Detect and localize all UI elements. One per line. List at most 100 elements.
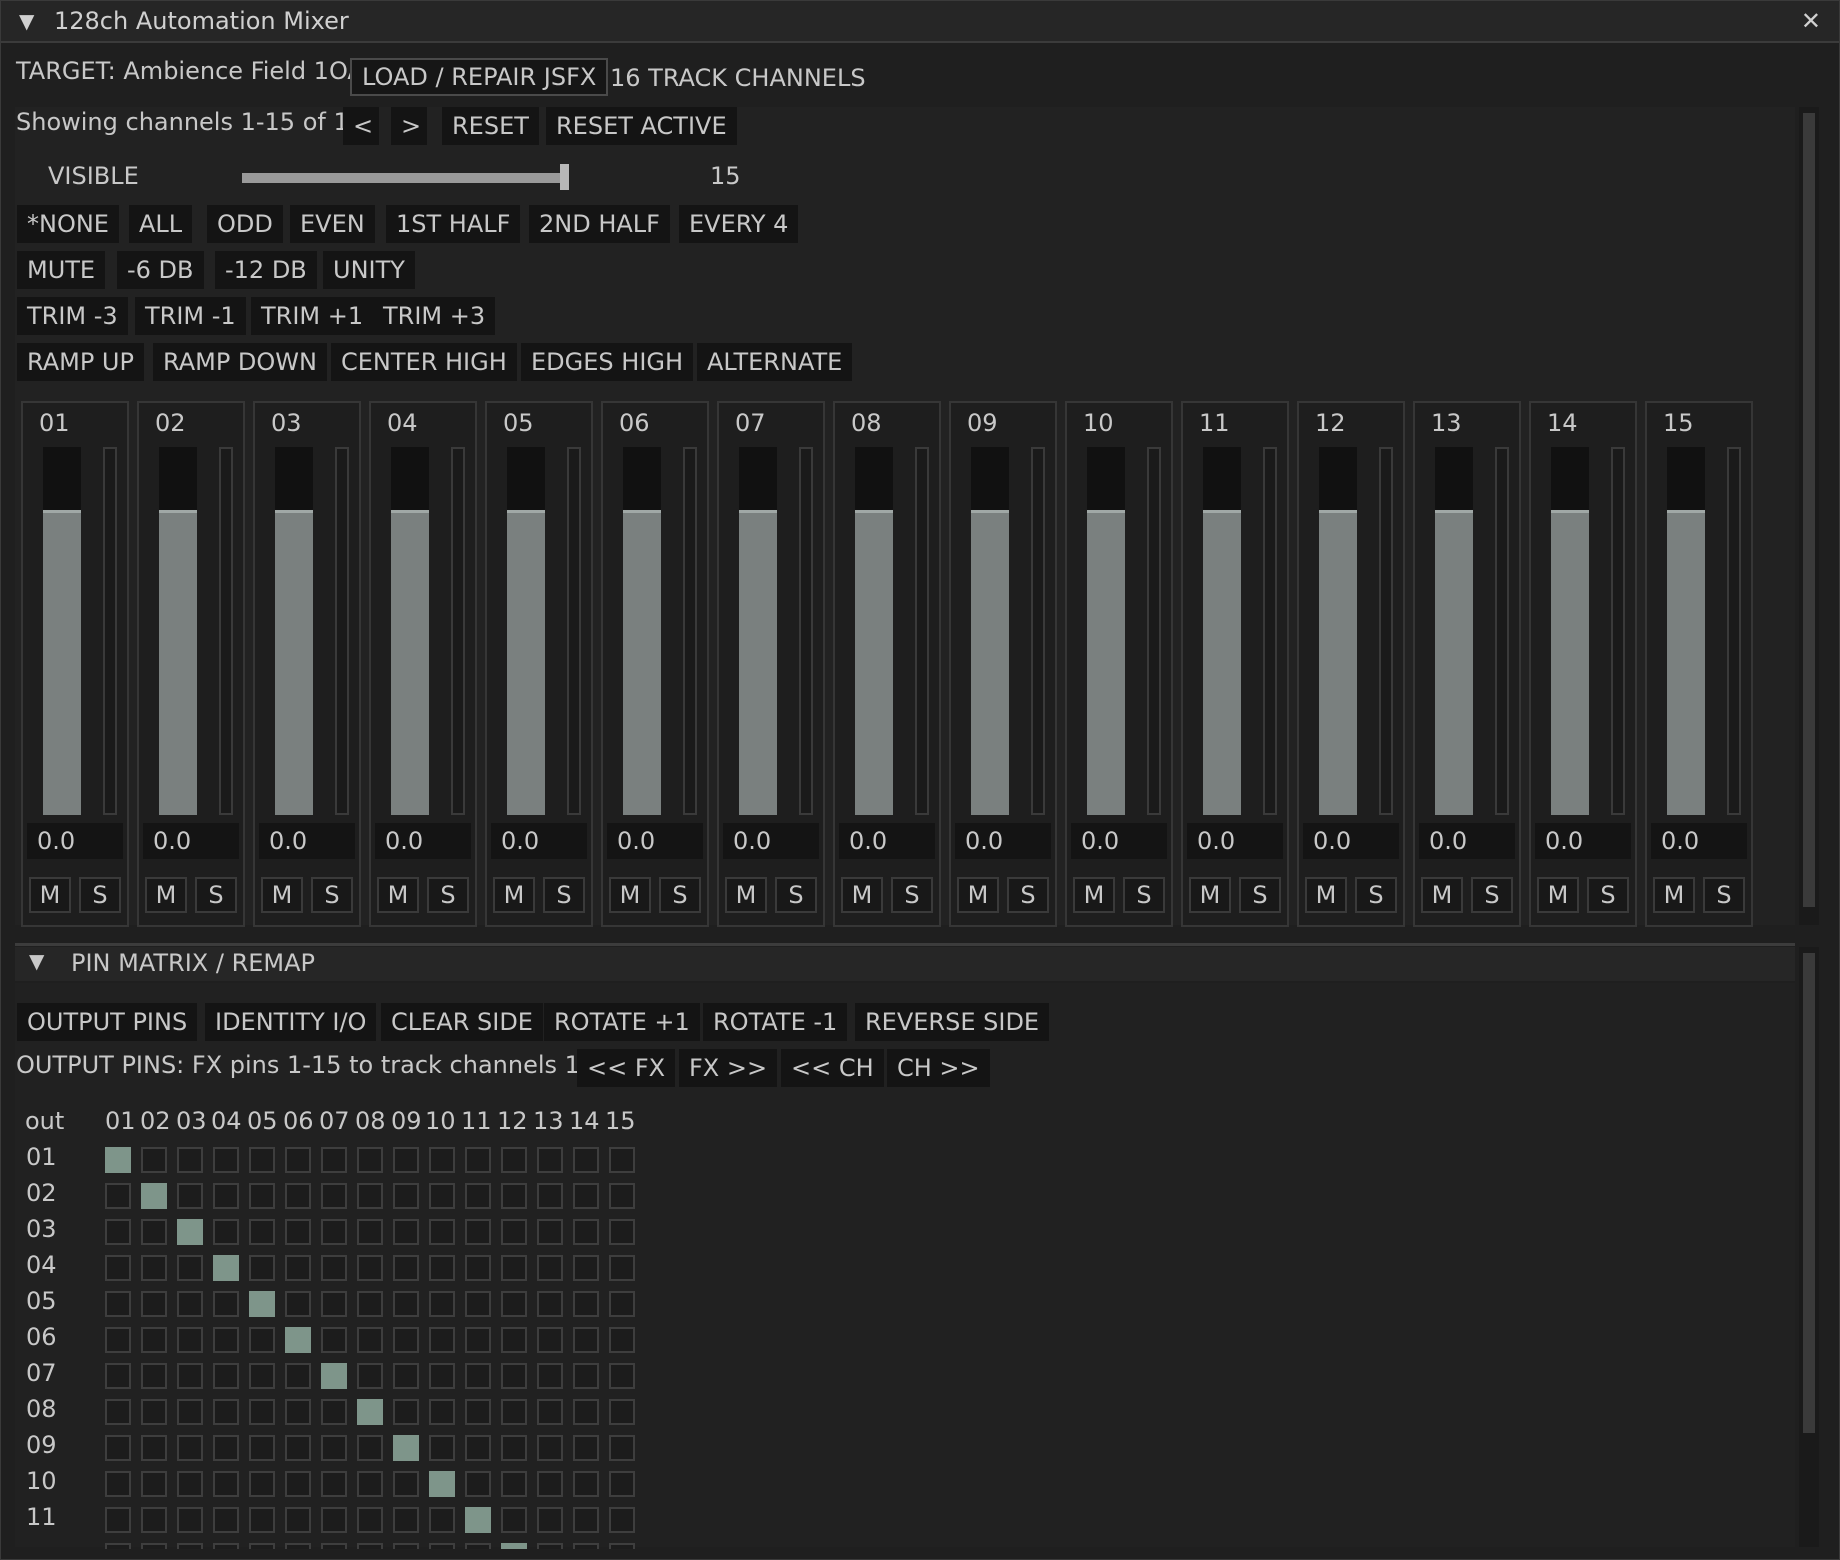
mute-button[interactable]: M (1305, 877, 1347, 913)
pin-cell[interactable] (141, 1399, 167, 1425)
pin-cell[interactable] (285, 1471, 311, 1497)
pin-cell[interactable] (501, 1255, 527, 1281)
pin-cell[interactable] (141, 1471, 167, 1497)
pin-cell[interactable] (105, 1327, 131, 1353)
pin-cell[interactable] (213, 1435, 239, 1461)
pin-cell[interactable] (393, 1327, 419, 1353)
pin-cell[interactable] (429, 1543, 455, 1549)
pin-cell[interactable] (213, 1147, 239, 1173)
prev-page-button[interactable]: < (343, 107, 379, 145)
fader-cap[interactable] (1435, 509, 1473, 513)
channel-fader[interactable] (1551, 447, 1589, 815)
channel-fader[interactable] (391, 447, 429, 815)
pin-cell[interactable] (285, 1147, 311, 1173)
pin-cell[interactable] (177, 1399, 203, 1425)
pin-cell[interactable] (537, 1399, 563, 1425)
pin-cell[interactable] (393, 1543, 419, 1549)
pin-cell[interactable] (429, 1327, 455, 1353)
trim-minus-1-button[interactable]: TRIM -1 (135, 297, 246, 335)
channel-value[interactable]: 0.0 (491, 823, 587, 859)
pin-cell[interactable] (213, 1327, 239, 1353)
pin-cell[interactable] (357, 1255, 383, 1281)
channel-value[interactable]: 0.0 (1651, 823, 1747, 859)
pin-cell[interactable] (285, 1219, 311, 1245)
fader-cap[interactable] (623, 509, 661, 513)
pin-cell[interactable] (357, 1399, 383, 1425)
pin-cell[interactable] (321, 1147, 347, 1173)
pin-cell[interactable] (537, 1507, 563, 1533)
pin-cell[interactable] (573, 1435, 599, 1461)
channel-fader[interactable] (43, 447, 81, 815)
identity-io-button[interactable]: IDENTITY I/O (205, 1003, 377, 1041)
channel-value[interactable]: 0.0 (607, 823, 703, 859)
solo-button[interactable]: S (79, 877, 121, 913)
pin-cell[interactable] (321, 1543, 347, 1549)
channel-fader[interactable] (1203, 447, 1241, 815)
solo-button[interactable]: S (1355, 877, 1397, 913)
fader-cap[interactable] (739, 509, 777, 513)
pin-cell[interactable] (465, 1147, 491, 1173)
ramp-down-button[interactable]: RAMP DOWN (153, 343, 327, 381)
pin-cell[interactable] (177, 1291, 203, 1317)
pin-cell[interactable] (429, 1147, 455, 1173)
select-second-half-button[interactable]: 2ND HALF (529, 205, 670, 243)
mute-button[interactable]: M (1073, 877, 1115, 913)
pin-cell[interactable] (465, 1507, 491, 1533)
pin-cell[interactable] (357, 1363, 383, 1389)
pin-cell[interactable] (357, 1327, 383, 1353)
pin-cell[interactable] (141, 1435, 167, 1461)
pin-cell[interactable] (501, 1507, 527, 1533)
pin-cell[interactable] (573, 1183, 599, 1209)
pin-cell[interactable] (249, 1219, 275, 1245)
pin-cell[interactable] (285, 1363, 311, 1389)
fx-prev-button[interactable]: << FX (577, 1049, 676, 1087)
pin-cell[interactable] (213, 1183, 239, 1209)
pin-cell[interactable] (501, 1399, 527, 1425)
select-odd-button[interactable]: ODD (207, 205, 283, 243)
pin-cell[interactable] (249, 1327, 275, 1353)
pin-cell[interactable] (321, 1183, 347, 1209)
pin-cell[interactable] (501, 1219, 527, 1245)
mute-button[interactable]: M (29, 877, 71, 913)
pin-cell[interactable] (177, 1435, 203, 1461)
next-page-button[interactable]: > (391, 107, 427, 145)
channel-value[interactable]: 0.0 (259, 823, 355, 859)
select-all-button[interactable]: ALL (129, 205, 193, 243)
pin-cell[interactable] (249, 1399, 275, 1425)
pin-cell[interactable] (249, 1507, 275, 1533)
pin-cell[interactable] (609, 1399, 635, 1425)
pin-cell[interactable] (465, 1399, 491, 1425)
pin-cell[interactable] (537, 1255, 563, 1281)
pin-cell[interactable] (141, 1219, 167, 1245)
channel-fader[interactable] (1667, 447, 1705, 815)
clear-side-button[interactable]: CLEAR SIDE (381, 1003, 543, 1041)
channel-fader[interactable] (855, 447, 893, 815)
ch-next-button[interactable]: CH >> (887, 1049, 990, 1087)
pin-cell[interactable] (321, 1291, 347, 1317)
channel-value[interactable]: 0.0 (1071, 823, 1167, 859)
pin-cell[interactable] (573, 1399, 599, 1425)
solo-button[interactable]: S (1703, 877, 1745, 913)
channel-fader[interactable] (1435, 447, 1473, 815)
pin-cell[interactable] (609, 1255, 635, 1281)
solo-button[interactable]: S (1471, 877, 1513, 913)
channel-fader[interactable] (1087, 447, 1125, 815)
pin-cell[interactable] (141, 1183, 167, 1209)
pin-cell[interactable] (429, 1219, 455, 1245)
pin-cell[interactable] (501, 1543, 527, 1549)
pin-cell[interactable] (501, 1291, 527, 1317)
pin-cell[interactable] (537, 1291, 563, 1317)
pin-cell[interactable] (465, 1363, 491, 1389)
pin-cell[interactable] (213, 1507, 239, 1533)
pin-cell[interactable] (609, 1435, 635, 1461)
reset-button[interactable]: RESET (442, 107, 539, 145)
reverse-side-button[interactable]: REVERSE SIDE (855, 1003, 1050, 1041)
pin-cell[interactable] (573, 1543, 599, 1549)
pin-cell[interactable] (285, 1435, 311, 1461)
fx-next-button[interactable]: FX >> (679, 1049, 778, 1087)
pin-cell[interactable] (249, 1363, 275, 1389)
pin-cell[interactable] (393, 1219, 419, 1245)
channel-value[interactable]: 0.0 (1303, 823, 1399, 859)
pin-cell[interactable] (465, 1183, 491, 1209)
select-first-half-button[interactable]: 1ST HALF (386, 205, 521, 243)
